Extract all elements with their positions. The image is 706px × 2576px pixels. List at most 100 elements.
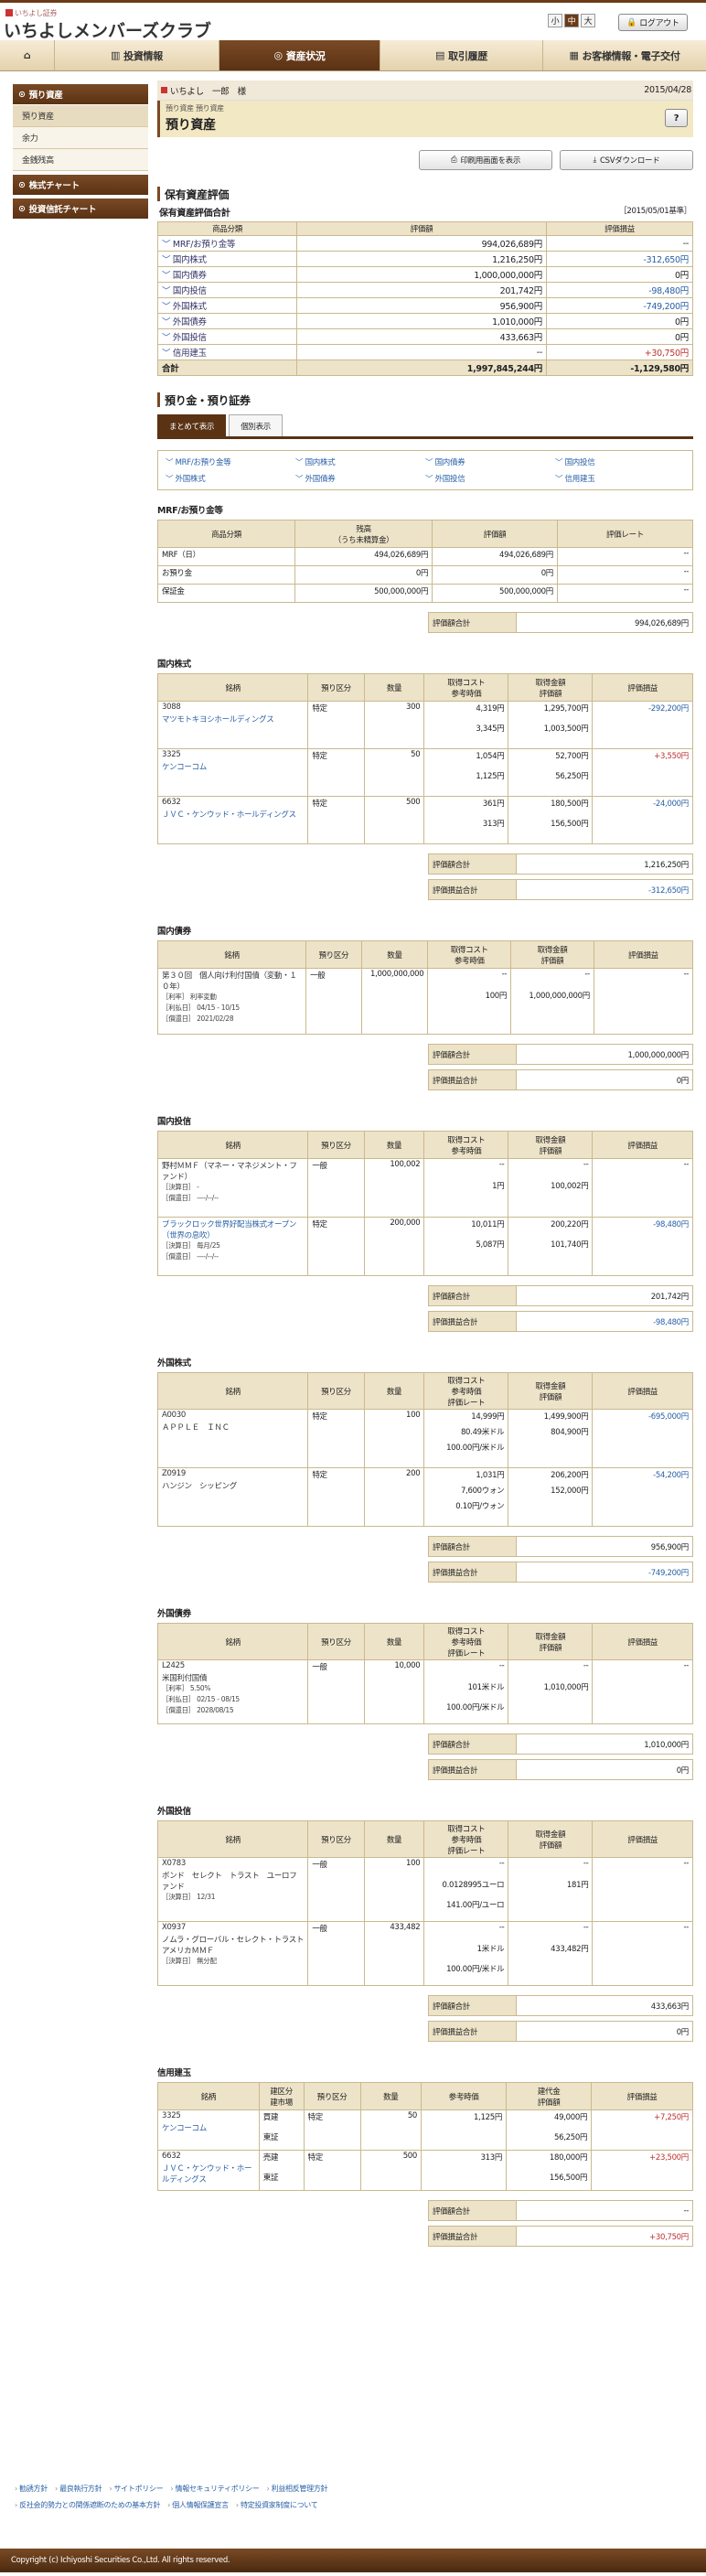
nav-trade-history[interactable]: ▤ 取引履歴 xyxy=(380,40,543,70)
summary-category[interactable]: ﹀ 信用建玉 xyxy=(157,344,297,360)
chevron-down-icon: ﹀ xyxy=(162,302,173,312)
summary-total-row: 合計 1,997,845,244円 -1,129,580円 xyxy=(157,360,693,376)
summary-category[interactable]: ﹀ MRF/お預り金等 xyxy=(157,235,297,252)
sidebar-heading-fund-chart[interactable]: ⊙ 投資信託チャート xyxy=(13,199,148,219)
summary-category[interactable]: ﹀ 外国債券 xyxy=(157,313,297,329)
anchor-links: MRF/お預り金等国内株式国内債券国内投信外国株式外国債券外国投信信用建玉 xyxy=(157,450,693,490)
security-name[interactable]: X0937 ノムラ・グローバル・セレクト・トラスト アメリカＭＭＦ ［決算日］ 無分… xyxy=(156,1921,312,1986)
print-view-button[interactable]: ⎙ 印刷用画面を表示 xyxy=(419,150,552,170)
summary-category[interactable]: ﹀ 国内債券 xyxy=(157,266,297,283)
site-logo[interactable]: いちよしメンバーズクラブ xyxy=(4,17,211,42)
dstock-totals: 評価額合計 1,216,250円 評価損益合計 -312,650円 xyxy=(428,853,693,900)
table-cell: 保証金 xyxy=(157,584,295,603)
current-date: 2015/04/28 xyxy=(644,85,691,95)
nav-assets[interactable]: ◎ 資産状況 xyxy=(219,40,380,70)
tab-combined[interactable]: まとめて表示 xyxy=(157,414,227,436)
circle-arrow-icon: ⊙ xyxy=(18,203,26,214)
nav-customer-info[interactable]: ▦ お客様情報・電子交付 xyxy=(543,40,706,70)
security-name[interactable]: ブラックロック世界好配当株式オープン（世界の息吹） ［決算日］ 毎月/25 ［償還日… xyxy=(156,1217,309,1276)
table-header: 預り区分 xyxy=(307,1820,365,1858)
footer-link[interactable]: 個人情報保護宣言 xyxy=(167,2501,229,2509)
table-row: お預り金 0円 0円 -- xyxy=(157,565,693,585)
table-cell: 200 xyxy=(363,1467,425,1527)
print-icon: ⎙ xyxy=(450,156,457,165)
sidebar-heading-stock-chart[interactable]: ⊙ 株式チャート xyxy=(13,175,148,195)
fstock-title: 外国株式 xyxy=(157,1358,191,1368)
logout-button[interactable]: 🔒 ログアウト xyxy=(618,14,688,31)
summary-category[interactable]: ﹀ 外国投信 xyxy=(157,328,297,345)
anchor-link[interactable]: 外国投信 xyxy=(425,473,555,484)
nav-home[interactable]: ⌂ xyxy=(0,40,55,70)
footer-link[interactable]: 最良執行方針 xyxy=(55,2485,102,2493)
security-name[interactable]: 6632 ＪＶＣ・ケンウッド・ホールディングス xyxy=(156,796,309,844)
table-cell: 1,295,700円 1,003,500円 xyxy=(508,701,594,749)
summary-category[interactable]: ﹀ 外国株式 xyxy=(157,297,297,314)
table-cell: 500,000,000円 xyxy=(294,584,433,603)
footer-link[interactable]: 情報セキュリティポリシー xyxy=(170,2485,259,2493)
dfund-title: 国内投信 xyxy=(157,1117,191,1127)
footer-link[interactable]: 勧誘方針 xyxy=(15,2485,48,2493)
sidebar-item-cash[interactable]: 金銭残高 xyxy=(13,149,148,171)
table-row: 第３０回 個人向け利付国債（変動・１０年） ［利率］ 利率変動 ［利払日］ 04/1… xyxy=(156,968,694,1035)
lock-icon: 🔒 xyxy=(626,17,637,27)
dfund-table: 銘柄 預り区分 数量 取得コスト 参考時価 取得金額 評価額 評価損益 野村ＭＭＦ（マネー・… xyxy=(156,1131,693,1276)
anchor-link[interactable]: MRF/お預り金等 xyxy=(166,456,295,467)
security-name[interactable]: 6632 ＪＶＣ・ケンウッド・ホールディングス xyxy=(157,2150,260,2191)
sidebar-item-assets[interactable]: 預り資産 xyxy=(13,105,148,127)
anchor-link[interactable]: 国内債券 xyxy=(425,456,555,467)
table-cell: 一般 xyxy=(307,1158,365,1218)
security-name[interactable]: 3325 ケンコーコム xyxy=(157,2109,260,2151)
font-size-switcher: 小 中 大 xyxy=(548,14,595,27)
table-header: 銘柄 xyxy=(156,1372,309,1410)
tab-individual[interactable]: 個別表示 xyxy=(229,414,283,436)
margin-title: 信用建玉 xyxy=(157,2068,191,2078)
font-small-button[interactable]: 小 xyxy=(548,14,562,27)
footer: 勧誘方針最良執行方針サイトポリシー情報セキュリティポリシー利益相反管理方針反社会… xyxy=(0,2472,706,2572)
table-cell: -- 181円 xyxy=(508,1857,594,1922)
table-cell: 50 xyxy=(359,2109,423,2151)
view-tabs: まとめて表示 個別表示 xyxy=(157,414,693,439)
sidebar-heading-assets[interactable]: ⊙ 預り資産 xyxy=(13,84,148,104)
deposit-title: 預り金・預り証券 xyxy=(157,392,693,407)
font-large-button[interactable]: 大 xyxy=(581,14,595,27)
sidebar-item-margin[interactable]: 余力 xyxy=(13,127,148,149)
security-name[interactable]: A0030 ＡＰＰＬＥ ＩＮＣ xyxy=(156,1409,309,1468)
footer-link[interactable]: 反社会的勢力との関係遮断のための基本方針 xyxy=(15,2501,160,2509)
circle-arrow-icon: ⊙ xyxy=(18,179,26,190)
anchor-link[interactable]: 信用建玉 xyxy=(555,473,685,484)
summary-row: ﹀ 国内債券 1,000,000,000円 0円 xyxy=(157,266,693,283)
font-medium-button[interactable]: 中 xyxy=(564,14,579,27)
table-row: 6632 ＪＶＣ・ケンウッド・ホールディングス 売建 東証 特定 500 313円 180,0… xyxy=(157,2150,693,2191)
table-cell: 361円 313円 xyxy=(423,796,509,844)
table-header: 建区分 建市場 xyxy=(258,2082,305,2110)
security-name[interactable]: 3088 マツモトキヨシホールディングス xyxy=(156,701,309,749)
anchor-link[interactable]: 国内投信 xyxy=(555,456,685,467)
help-button[interactable]: ? xyxy=(665,109,688,127)
nav-investment-info[interactable]: ▥ 投資情報 xyxy=(55,40,219,70)
summary-category[interactable]: ﹀ 国内株式 xyxy=(157,251,297,267)
dstock-title: 国内株式 xyxy=(157,660,191,670)
csv-download-button[interactable]: ⤓ CSVダウンロード xyxy=(560,150,693,170)
table-row: MRF（日） 494,026,689円 494,026,689円 -- xyxy=(157,547,693,566)
table-header: 預り区分 xyxy=(307,673,365,702)
footer-link[interactable]: 特定投資家制度について xyxy=(236,2501,318,2509)
summary-pl: +30,750円 xyxy=(546,344,693,360)
anchor-link[interactable]: 外国債券 xyxy=(295,473,425,484)
security-name[interactable]: L2425 米国利付国債 ［利率］ 5.50% ［利払日］ 02/15 - 08/15… xyxy=(156,1659,309,1724)
table-header: 評価損益 xyxy=(592,1820,693,1858)
anchor-link[interactable]: 外国株式 xyxy=(166,473,295,484)
security-name[interactable]: 3325 ケンコーコム xyxy=(156,748,309,797)
footer-link[interactable]: 利益相反管理方針 xyxy=(266,2485,327,2493)
summary-category[interactable]: ﹀ 国内投信 xyxy=(157,282,297,298)
table-cell: 買建 東証 xyxy=(258,2109,305,2151)
table-header: 預り区分 xyxy=(303,2082,361,2110)
security-name[interactable]: 第３０回 個人向け利付国債（変動・１０年） ［利率］ 利率変動 ［利払日］ 04/1… xyxy=(156,968,307,1035)
summary-table: 商品分類 評価額 評価損益 ﹀ MRF/お預り金等 994,026,689円 -- ﹀ 国… xyxy=(157,221,693,376)
ffund-table: 銘柄 預り区分 数量 取得コスト 参考時価 評価レート 取得金額 評価額 評価損益 X078… xyxy=(156,1820,693,1986)
table-header: 銘柄 xyxy=(156,1131,309,1159)
security-name[interactable]: X0783 ボンド セレクト トラスト ユーロファンド ［決算日］ 12/31 xyxy=(156,1857,309,1922)
security-name[interactable]: 野村ＭＭＦ（マネー・マネジメント・ファンド） ［決算日］ - ［償還日］ ----/… xyxy=(156,1158,309,1218)
footer-link[interactable]: サイトポリシー xyxy=(109,2485,163,2493)
anchor-link[interactable]: 国内株式 xyxy=(295,456,425,467)
security-name[interactable]: Z0919 ハンジン シッピング xyxy=(156,1467,309,1527)
